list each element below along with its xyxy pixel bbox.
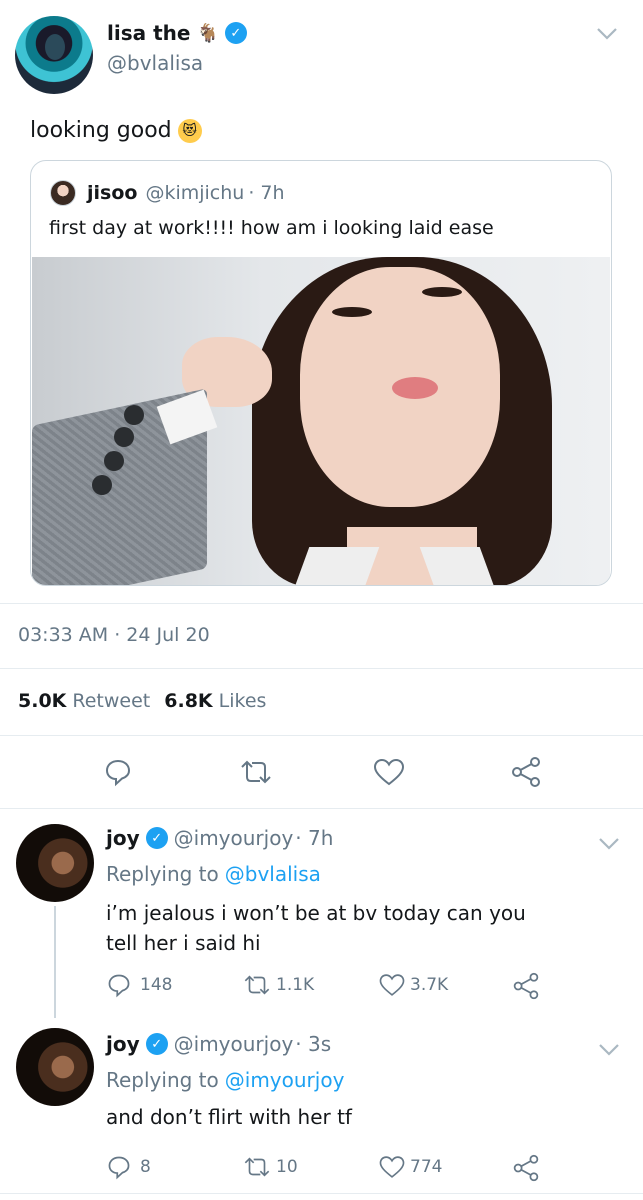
reply-text: and don’t flirt with her tf (106, 1105, 352, 1129)
reply-time: · 3s (295, 1032, 332, 1056)
verified-badge-icon: ✓ (224, 22, 247, 44)
reply-author-line: joy ✓ @imyourjoy · 3s (106, 1032, 331, 1056)
retweet-count: 1.1K (276, 975, 315, 995)
chevron-down-icon[interactable] (596, 22, 618, 47)
thread-connector (54, 906, 56, 1018)
reply-handle[interactable]: @imyourjoy (174, 826, 294, 850)
chevron-down-icon[interactable] (598, 832, 620, 857)
replying-to-prefix: Replying to (106, 1068, 219, 1092)
reply-display-name[interactable]: joy (106, 1032, 140, 1056)
reply-handle[interactable]: @imyourjoy (174, 1032, 294, 1056)
like-label[interactable]: Likes (219, 690, 267, 712)
verified-badge-icon: ✓ (145, 1033, 168, 1055)
like-icon[interactable]: 3.7K (378, 972, 448, 998)
quote-photo[interactable] (32, 257, 610, 585)
retweet-count[interactable]: 5.0K (18, 690, 66, 712)
engagement-stats: 5.0K Retweet 6.8K Likes (18, 690, 266, 712)
share-icon[interactable] (512, 972, 540, 1000)
reply-icon[interactable]: 148 (106, 972, 172, 998)
chevron-down-icon[interactable] (598, 1038, 620, 1063)
quoted-tweet[interactable]: jisoo @kimjichu · 7h first day at work!!… (30, 160, 612, 586)
reply-author-line: joy ✓ @imyourjoy · 7h (106, 826, 333, 850)
reply-icon[interactable]: 8 (106, 1154, 151, 1180)
like-count: 3.7K (410, 975, 449, 995)
retweet-icon[interactable] (236, 754, 276, 790)
goat-emoji: 🐐 (196, 22, 219, 44)
share-icon[interactable] (508, 754, 544, 790)
quote-text: first day at work!!!! how am i looking l… (49, 217, 494, 239)
tweet-timestamp[interactable]: 03:33 AM · 24 Jul 20 (18, 624, 210, 646)
reply-count: 8 (140, 1157, 151, 1177)
reply-count: 148 (140, 975, 173, 995)
replying-to-link[interactable]: @imyourjoy (225, 1068, 345, 1092)
quote-avatar (50, 180, 76, 206)
share-icon[interactable] (512, 1154, 540, 1182)
reply-avatar-joy[interactable] (16, 1028, 94, 1106)
quote-display-name: jisoo (87, 182, 138, 204)
quote-author-line: jisoo @kimjichu · 7h (87, 182, 285, 204)
retweet-count: 10 (276, 1157, 298, 1177)
reply-display-name[interactable]: joy (106, 826, 140, 850)
replying-to-link[interactable]: @bvlalisa (225, 862, 321, 886)
retweet-icon[interactable]: 10 (242, 1154, 298, 1180)
replying-to-prefix: Replying to (106, 862, 219, 886)
reply-text: i’m jealous i won’t be at bv today can y… (106, 901, 526, 955)
quote-handle: @kimjichu (145, 182, 245, 204)
quote-time: · 7h (248, 182, 285, 204)
retweet-label[interactable]: Retweet (72, 690, 150, 712)
like-count[interactable]: 6.8K (164, 690, 212, 712)
like-icon[interactable] (370, 754, 408, 790)
reply-avatar-joy[interactable] (16, 824, 94, 902)
reply-time: · 7h (295, 826, 334, 850)
reply-icon[interactable] (100, 754, 136, 790)
author-handle[interactable]: @bvlalisa (107, 51, 203, 75)
avatar-lisa[interactable] (15, 16, 93, 94)
heart-eyes-cat-emoji: 😻 (177, 118, 202, 143)
like-count: 774 (410, 1157, 443, 1177)
like-icon[interactable]: 774 (378, 1154, 442, 1180)
verified-badge-icon: ✓ (145, 827, 168, 849)
retweet-icon[interactable]: 1.1K (242, 972, 314, 998)
replying-to-line: Replying to @bvlalisa (106, 862, 321, 886)
replying-to-line: Replying to @imyourjoy (106, 1068, 344, 1092)
author-display-name[interactable]: lisa the (107, 21, 190, 45)
tweet-text-body: looking good (30, 118, 172, 143)
author-line: lisa the 🐐 ✓ (107, 18, 247, 48)
tweet-text: looking good 😻 (30, 118, 202, 143)
